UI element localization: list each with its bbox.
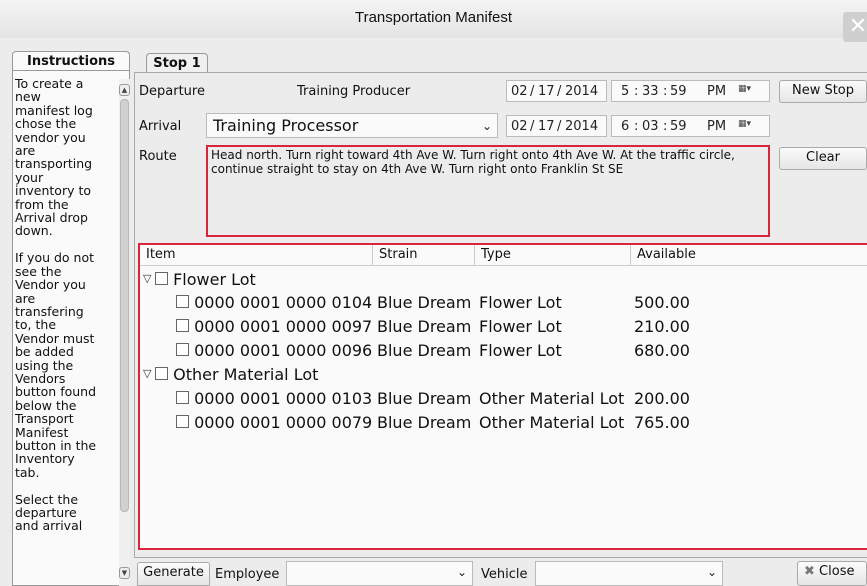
departure-value: Training Producer — [297, 84, 411, 99]
clear-button[interactable]: Clear — [779, 147, 867, 170]
group-row-flower-lot[interactable]: ▽ Flower Lot — [143, 269, 256, 291]
table-row[interactable]: 0000 0001 0000 0104 — [176, 292, 372, 314]
close-icon: ✖ — [804, 564, 815, 579]
cell-strain: Blue Dream — [377, 389, 472, 408]
scroll-down-arrow-icon[interactable]: ▼ — [119, 567, 130, 579]
chevron-down-icon: ⌄ — [481, 119, 492, 133]
checkbox[interactable] — [176, 415, 189, 428]
instructions-text: To create a new manifest log chose the v… — [15, 77, 97, 534]
cell-type: Other Material Lot — [479, 413, 625, 432]
checkbox[interactable] — [176, 391, 189, 404]
table-row[interactable]: 0000 0001 0000 0097 — [176, 316, 372, 338]
cell-available: 500.00 — [634, 293, 690, 312]
checkbox[interactable] — [155, 272, 168, 285]
checkbox[interactable] — [155, 367, 168, 380]
route-label: Route — [139, 149, 177, 164]
close-button-label: Close — [819, 564, 855, 579]
departure-label: Departure — [139, 84, 205, 99]
chevron-down-icon: ⌄ — [456, 565, 467, 579]
arrival-label: Arrival — [139, 119, 182, 134]
departure-time-field[interactable]: 5 : 33 : 59 PM ▦▾ — [611, 80, 770, 102]
instructions-panel: To create a new manifest log chose the v… — [12, 70, 130, 586]
arrival-dropdown[interactable]: Training Processor ⌄ — [206, 113, 498, 138]
table-row[interactable]: 0000 0001 0000 0103 — [176, 388, 372, 410]
close-icon: ✕ — [848, 14, 867, 39]
cell-available: 210.00 — [634, 317, 690, 336]
cell-type: Flower Lot — [479, 341, 562, 360]
vehicle-label: Vehicle — [481, 567, 528, 582]
expand-triangle-icon[interactable]: ▽ — [143, 363, 155, 385]
column-header-item[interactable]: Item — [140, 245, 373, 266]
scroll-up-arrow-icon[interactable]: ▲ — [119, 84, 130, 96]
checkbox[interactable] — [176, 295, 189, 308]
vehicle-dropdown[interactable]: ⌄ — [535, 561, 723, 586]
cell-strain: Blue Dream — [377, 317, 472, 336]
calendar-icon[interactable]: ▦▾ — [738, 84, 751, 94]
scroll-thumb[interactable] — [120, 99, 129, 512]
window-close-button[interactable]: ✕ — [843, 12, 867, 42]
route-textarea[interactable]: Head north. Turn right toward 4th Ave W.… — [206, 145, 770, 237]
table-row[interactable]: 0000 0001 0000 0096 — [176, 340, 372, 362]
window-title: Transportation Manifest — [354, 9, 513, 26]
column-header-type[interactable]: Type — [475, 245, 631, 266]
cell-available: 680.00 — [634, 341, 690, 360]
cell-strain: Blue Dream — [377, 341, 472, 360]
instructions-scrollbar[interactable]: ▲ ▼ — [119, 79, 130, 586]
arrival-time-field[interactable]: 6 : 03 : 59 PM ▦▾ — [611, 115, 770, 137]
arrival-dropdown-value: Training Processor — [213, 116, 359, 135]
items-table[interactable]: Item Strain Type Available ▽ Flower Lot … — [138, 243, 867, 550]
checkbox[interactable] — [176, 343, 189, 356]
cell-strain: Blue Dream — [377, 293, 472, 312]
cell-available: 200.00 — [634, 389, 690, 408]
group-row-other-material-lot[interactable]: ▽ Other Material Lot — [143, 364, 318, 386]
cell-available: 765.00 — [634, 413, 690, 432]
cell-strain: Blue Dream — [377, 413, 472, 432]
close-button[interactable]: ✖ Close — [797, 561, 867, 586]
arrival-date-field[interactable]: 02 / 17 / 2014 — [506, 115, 607, 137]
generate-button[interactable]: Generate — [137, 562, 210, 586]
cell-type: Flower Lot — [479, 317, 562, 336]
cell-type: Flower Lot — [479, 293, 562, 312]
cell-type: Other Material Lot — [479, 389, 625, 408]
employee-dropdown[interactable]: ⌄ — [286, 561, 473, 586]
calendar-icon[interactable]: ▦▾ — [738, 119, 751, 129]
route-text: Head north. Turn right toward 4th Ave W.… — [211, 148, 735, 176]
employee-label: Employee — [215, 567, 280, 582]
expand-triangle-icon[interactable]: ▽ — [143, 268, 155, 290]
column-header-available[interactable]: Available — [631, 245, 867, 266]
title-bar: Transportation Manifest — [0, 0, 867, 38]
departure-date-field[interactable]: 02 / 17 / 2014 — [506, 80, 607, 102]
tab-instructions[interactable]: Instructions — [12, 51, 130, 71]
chevron-down-icon: ⌄ — [706, 565, 717, 579]
table-row[interactable]: 0000 0001 0000 0079 — [176, 412, 372, 434]
column-header-strain[interactable]: Strain — [373, 245, 475, 266]
new-stop-button[interactable]: New Stop — [779, 80, 867, 103]
checkbox[interactable] — [176, 319, 189, 332]
tab-stop-1[interactable]: Stop 1 — [146, 53, 208, 73]
